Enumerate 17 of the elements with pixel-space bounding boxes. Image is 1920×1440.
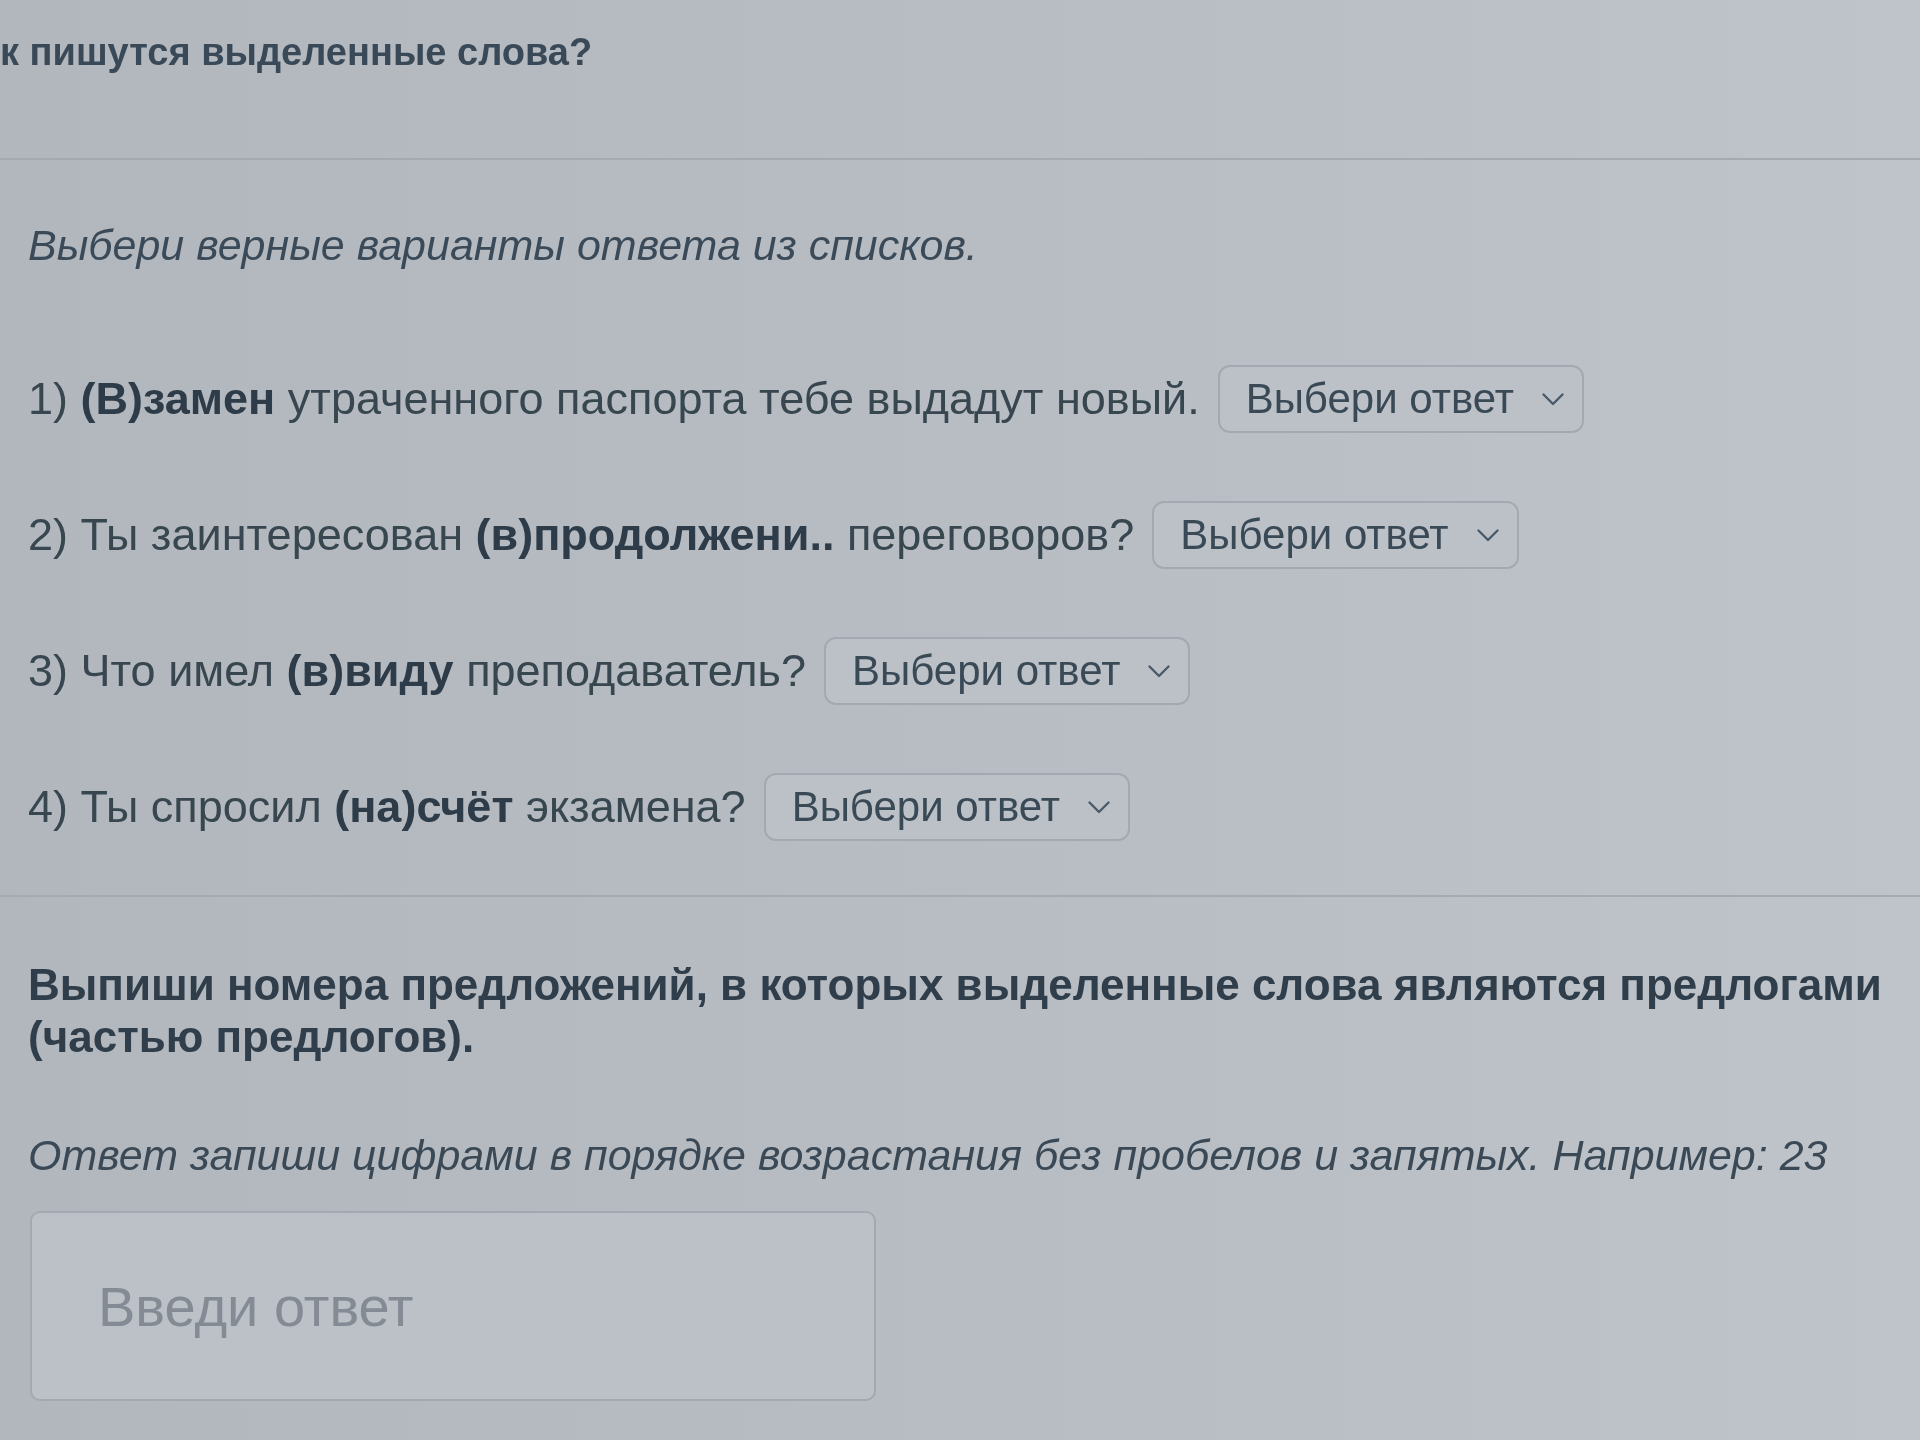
answer-dropdown[interactable]: Выбери ответ: [824, 637, 1191, 705]
chevron-icon: [1148, 664, 1171, 678]
sentence-text: 1) (В)замен утраченного паспорта тебе выдадут новый.: [28, 372, 1200, 426]
sentence-text: 2) Ты заинтересован (в)продолжени.. переговоров?: [28, 508, 1135, 562]
chevron-icon: [1542, 392, 1565, 406]
chevron-icon: [1476, 528, 1499, 542]
task-prompt: Выпиши номера предложений, в которых выделенные слова являются предлогами (частью предлогов).: [28, 959, 1883, 1063]
sentence-text: 3) Что имел (в)виду преподаватель?: [28, 644, 807, 698]
instruction-text: Выбери верные варианты ответа из списков.: [28, 220, 978, 270]
answer-dropdown[interactable]: Выбери ответ: [1217, 365, 1585, 433]
page-title: к пишутся выделенные слова?: [0, 30, 593, 75]
sentence-text: 4) Ты спросил (на)счёт экзамена?: [28, 780, 746, 834]
answer-field[interactable]: Введи ответ: [30, 1211, 876, 1401]
answer-dropdown[interactable]: Выбери ответ: [763, 773, 1130, 841]
answer-dropdown[interactable]: Выбери ответ: [1152, 501, 1519, 569]
hint-text: Ответ запиши цифрами в порядке возрастания без пробелов и запятых. Например: 23: [28, 1130, 1828, 1181]
chevron-icon: [1088, 800, 1110, 814]
